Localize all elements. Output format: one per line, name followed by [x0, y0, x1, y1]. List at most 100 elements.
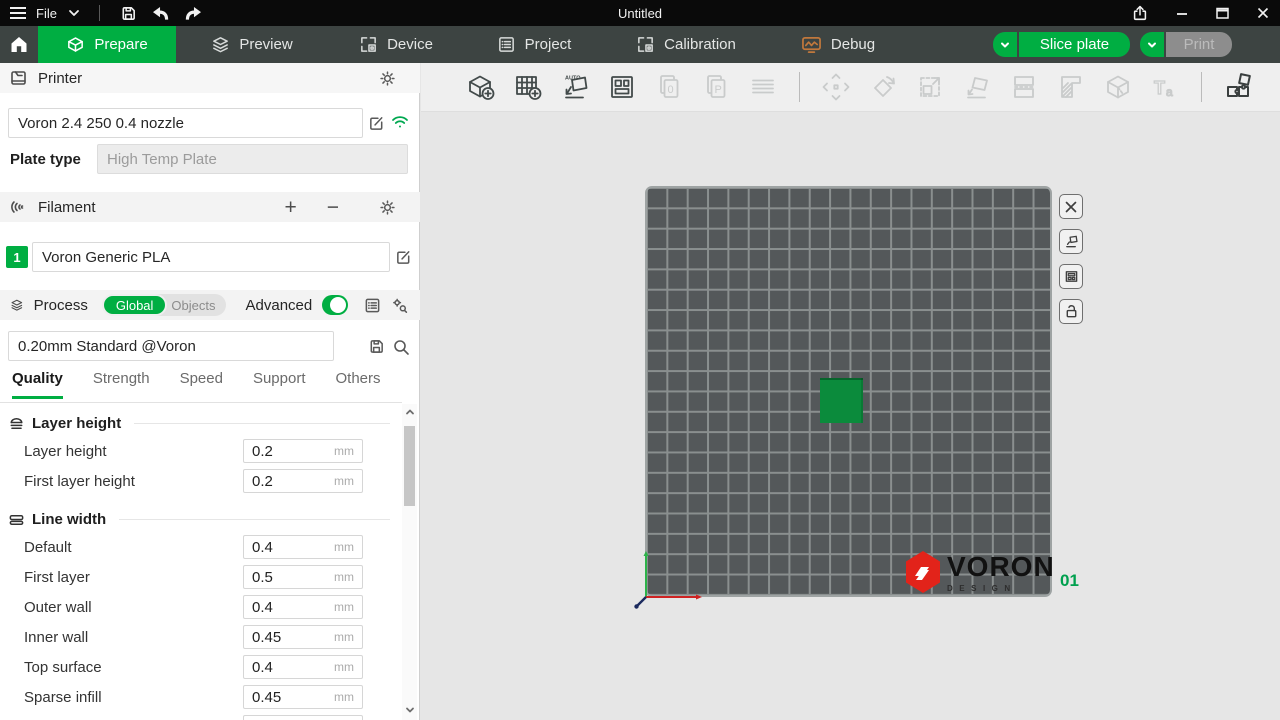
calibration-icon	[636, 35, 655, 54]
maximize-button[interactable]	[1213, 4, 1232, 22]
top-surface-line-width-input[interactable]: 0.4 mm	[243, 655, 363, 679]
filament-settings-gear-icon[interactable]	[379, 199, 396, 216]
scope-objects[interactable]: Objects	[167, 298, 225, 313]
assembly-view-icon[interactable]	[1220, 69, 1256, 105]
add-plate-icon[interactable]	[510, 69, 546, 105]
tab-others[interactable]: Others	[336, 370, 381, 399]
search-icon[interactable]	[392, 338, 410, 356]
plate-type-select[interactable]: High Temp Plate	[97, 144, 408, 174]
viewport-toolbar: AUTO 0 P	[421, 63, 1280, 112]
viewport-3d[interactable]: AUTO 0 P	[421, 63, 1280, 720]
project-list-icon	[497, 35, 516, 54]
tab-support[interactable]: Support	[253, 370, 306, 399]
chevron-down-icon[interactable]	[67, 6, 81, 20]
process-tab-strip: Quality Strength Speed Support Others	[0, 370, 402, 399]
print-dropdown-button[interactable]	[1140, 32, 1164, 57]
printer-icon	[10, 69, 28, 87]
advanced-label: Advanced	[246, 297, 313, 314]
wifi-icon[interactable]	[391, 114, 409, 130]
tab-strength[interactable]: Strength	[93, 370, 150, 399]
advanced-toggle[interactable]	[322, 295, 348, 315]
logo-subtext: DESIGN	[947, 584, 1055, 593]
scope-global[interactable]: Global	[102, 294, 168, 316]
doc-p-icon: P	[698, 69, 734, 105]
undo-button[interactable]	[149, 4, 172, 23]
minimize-button[interactable]	[1173, 4, 1191, 22]
scrollbar-thumb[interactable]	[404, 426, 415, 506]
lock-plate-button[interactable]	[1059, 299, 1083, 324]
first-layer-height-input[interactable]: 0.2 mm	[243, 469, 363, 493]
tab-project[interactable]: Project	[464, 26, 604, 63]
setting-row: Top surface 0.4 mm	[0, 652, 400, 682]
process-preset-select[interactable]: 0.20mm Standard @Voron	[8, 331, 334, 361]
delete-plate-button[interactable]	[1059, 194, 1083, 219]
plate-type-label: Plate type	[10, 151, 81, 168]
filament-select[interactable]: Voron Generic PLA	[32, 242, 390, 272]
tab-quality[interactable]: Quality	[12, 370, 63, 399]
doc-zero-icon: 0	[651, 69, 687, 105]
divider	[1201, 72, 1202, 102]
process-scope-toggle[interactable]: Global Objects	[102, 294, 226, 316]
filament-edit-icon[interactable]	[395, 249, 412, 266]
arrange-plate-button[interactable]	[1059, 264, 1083, 289]
outer-wall-line-width-input[interactable]: 0.4 mm	[243, 595, 363, 619]
orient-plate-button[interactable]	[1059, 229, 1083, 254]
tab-calibration[interactable]: Calibration	[604, 26, 768, 63]
tab-speed[interactable]: Speed	[180, 370, 223, 399]
sparse-infill-line-width-input[interactable]: 0.45 mm	[243, 685, 363, 709]
settings-list: Layer height Layer height 0.2 mm First l…	[0, 404, 400, 720]
sidebar: Printer Voron 2.4 250 0.4 nozzle Plate t…	[0, 63, 420, 720]
default-line-width-input[interactable]: 0.4 mm	[243, 535, 363, 559]
file-menu[interactable]: File	[36, 6, 57, 21]
setting-row: Default 0.4 mm	[0, 532, 400, 562]
device-icon	[359, 35, 378, 54]
add-object-icon[interactable]	[463, 69, 499, 105]
variable-layer-height-icon	[1053, 69, 1089, 105]
model-object[interactable]	[820, 378, 863, 423]
add-filament-button[interactable]: +	[284, 197, 296, 218]
arrange-icon[interactable]	[604, 69, 640, 105]
group-layer-height: Layer height	[0, 410, 400, 436]
rotate-icon	[865, 69, 901, 105]
param-settings-icon[interactable]	[391, 297, 408, 314]
printer-edit-icon[interactable]	[368, 115, 385, 132]
tab-debug[interactable]: Debug	[768, 26, 908, 63]
inner-wall-line-width-input[interactable]: 0.45 mm	[243, 625, 363, 649]
first-layer-line-width-input[interactable]: 0.5 mm	[243, 565, 363, 589]
mesh-boolean-icon	[1100, 69, 1136, 105]
split-icon	[1006, 69, 1042, 105]
remove-filament-button[interactable]: −	[327, 197, 339, 218]
plate-number: 01	[1060, 571, 1079, 591]
settings-scrollbar[interactable]	[402, 404, 417, 720]
hamburger-menu-icon[interactable]	[10, 4, 26, 22]
home-button[interactable]	[0, 26, 38, 63]
save-button[interactable]	[118, 3, 139, 24]
print-button[interactable]: Print	[1166, 32, 1232, 57]
save-preset-icon[interactable]	[368, 338, 385, 355]
lay-on-face-icon	[959, 69, 995, 105]
logo-text: VORON	[947, 553, 1055, 581]
filament-spool-icon	[10, 198, 28, 216]
printer-settings-gear-icon[interactable]	[379, 70, 396, 87]
slice-plate-button[interactable]: Slice plate	[1019, 32, 1130, 57]
scroll-down-icon[interactable]	[402, 704, 417, 718]
share-button[interactable]	[1129, 2, 1151, 24]
slice-dropdown-button[interactable]	[993, 32, 1017, 57]
scroll-up-icon[interactable]	[402, 406, 417, 420]
build-plate[interactable]: VORON DESIGN	[645, 186, 1052, 597]
tab-device[interactable]: Device	[328, 26, 464, 63]
svg-text:T: T	[1154, 78, 1165, 98]
tab-preview[interactable]: Preview	[176, 26, 328, 63]
setting-row: Inner wall 0.45 mm	[0, 622, 400, 652]
tab-prepare[interactable]: Prepare	[38, 26, 176, 63]
param-list-icon[interactable]	[364, 297, 381, 314]
printer-preset-select[interactable]: Voron 2.4 250 0.4 nozzle	[8, 108, 363, 138]
close-button[interactable]	[1254, 4, 1272, 22]
layer-height-input[interactable]: 0.2 mm	[243, 439, 363, 463]
redo-button[interactable]	[182, 4, 205, 23]
auto-orient-icon[interactable]: AUTO	[557, 69, 593, 105]
clipped-input[interactable]	[243, 715, 363, 720]
setting-row: Layer height 0.2 mm	[0, 436, 400, 466]
sheet-stack-icon	[745, 69, 781, 105]
title-bar: File Untitled	[0, 0, 1280, 26]
